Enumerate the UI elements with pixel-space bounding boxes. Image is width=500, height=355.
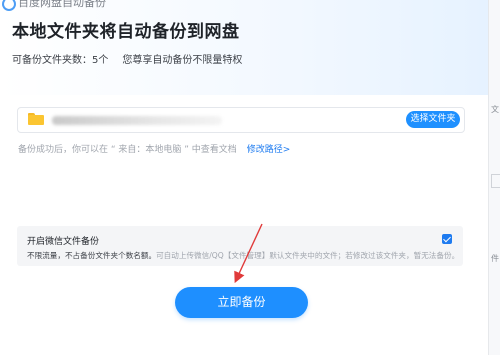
header-info: 可备份文件夹数：5个 您尊享自动备份不限量特权 — [12, 51, 242, 66]
page-title: 本地文件夹将自动备份到网盘 — [12, 22, 240, 42]
wechat-backup-checkbox[interactable] — [442, 234, 452, 244]
side-control — [491, 174, 500, 188]
side-label-top: 文 — [491, 105, 499, 114]
privilege-text: 您尊享自动备份不限量特权 — [122, 55, 243, 66]
modify-path-link[interactable]: 修改路径> — [247, 145, 291, 155]
choose-folder-button[interactable]: 选择文件夹 — [406, 111, 460, 128]
window-caption: 百度网盘自动备份 — [18, 0, 106, 9]
wechat-desc-rest: 可自动上传微信/QQ【文件管理】默认文件夹中的文件；若修改过该文件夹，暂无法备份… — [156, 251, 460, 260]
hint-text: 备份成功后，你可以在 “ 来自：本地电脑 ” 中查看文档 — [18, 145, 237, 155]
side-label-bottom: 件 — [491, 254, 499, 263]
blurred-path-text — [52, 116, 222, 125]
wechat-backup-desc: 不限流量，不占备份文件夹个数名额。可自动上传微信/QQ【文件管理】默认文件夹中的… — [27, 250, 459, 261]
dialog-header: 百度网盘自动备份 本地文件夹将自动备份到网盘 可备份文件夹数：5个 您尊享自动备份… — [0, 0, 488, 95]
folder-icon — [28, 113, 44, 125]
cloud-icon — [2, 0, 16, 11]
backup-now-button[interactable]: 立即备份 — [175, 287, 308, 318]
backup-hint: 备份成功后，你可以在 “ 来自：本地电脑 ” 中查看文档 修改路径> — [18, 142, 290, 155]
folder-path-field[interactable]: 选择文件夹 — [17, 107, 465, 133]
backup-dialog: 百度网盘自动备份 本地文件夹将自动备份到网盘 可备份文件夹数：5个 您尊享自动备份… — [0, 0, 488, 355]
wechat-desc-strong: 不限流量，不占备份文件夹个数名额。 — [27, 251, 157, 260]
background-window-edge: 文 件 — [488, 0, 500, 355]
wechat-backup-title: 开启微信文件备份 — [27, 237, 100, 247]
backup-count-label: 可备份文件夹数：5个 — [12, 55, 109, 66]
wechat-backup-option: 开启微信文件备份 不限流量，不占备份文件夹个数名额。可自动上传微信/QQ【文件管… — [17, 226, 463, 266]
